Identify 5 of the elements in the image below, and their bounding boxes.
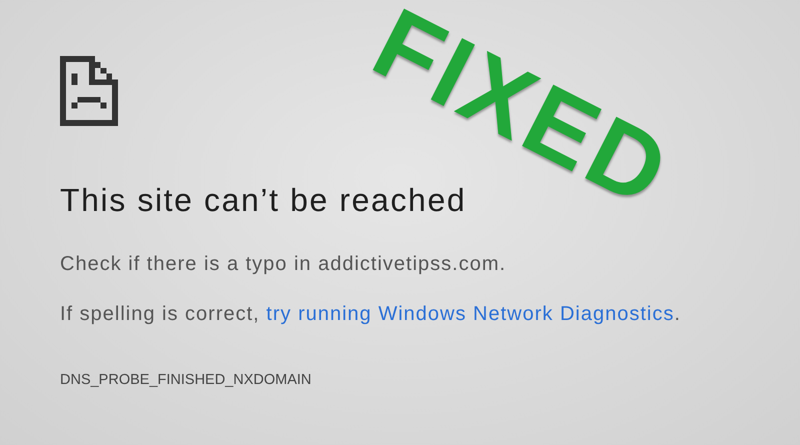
diagnostics-link[interactable]: try running Windows Network Diagnostics <box>266 303 674 325</box>
error-code: DNS_PROBE_FINISHED_NXDOMAIN <box>60 372 312 388</box>
error-suggestion: If spelling is correct, try running Windows Network Diagnostics. <box>60 303 682 326</box>
error-message: Check if there is a typo in addictivetipss.com. <box>60 253 508 276</box>
sad-document-icon <box>60 56 118 126</box>
